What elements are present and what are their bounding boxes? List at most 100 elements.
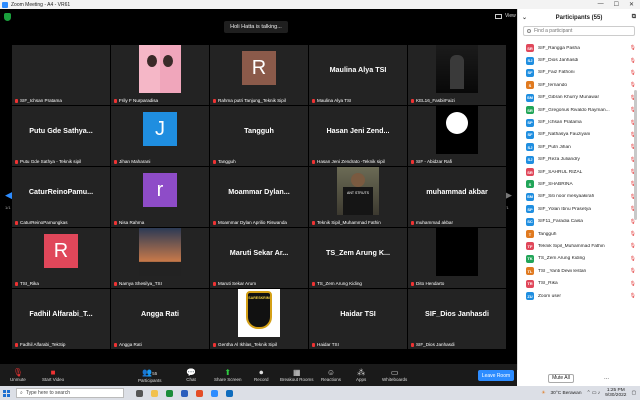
word-icon[interactable] <box>181 389 188 397</box>
view-button[interactable]: View <box>495 13 516 19</box>
participant-row[interactable]: SP SIF_Ichsan Pratama 🎙 <box>518 116 636 128</box>
video-tile[interactable]: J Jihan Maharani <box>111 106 209 166</box>
video-tile[interactable]: ANT STRUTS Teknik Sipil_Muhammad Fathin <box>309 167 407 227</box>
participant-list-scrollbar[interactable] <box>634 90 637 220</box>
participant-row[interactable]: SJ SIF_Putri Jihan 🎙 <box>518 141 636 153</box>
participant-row[interactable]: SR SIF_Gregorius Rivaldo Rayman... 🎙 <box>518 104 636 116</box>
chat-button[interactable]: 💬 Chat <box>186 364 196 386</box>
video-tile[interactable]: Moammar Dylan... Moammar Dylan Aprilio Ri… <box>210 167 308 227</box>
popout-icon[interactable]: ⧉ <box>632 14 636 21</box>
share-screen-button[interactable]: ⬆ Share Screen <box>214 364 242 386</box>
file-explorer-icon[interactable] <box>151 389 158 397</box>
video-tile[interactable]: R TSI_Rika <box>12 228 110 288</box>
participant-row[interactable]: SC SIF11_Faradia Caisa 🎙 <box>518 215 636 227</box>
mic-muted-icon <box>312 98 315 103</box>
mute-all-button[interactable]: Mute All <box>547 373 574 383</box>
video-tile[interactable]: Fadhil Alfarabi_T... Fadhil Alfarabi_TekS… <box>12 289 110 349</box>
windows-start-icon[interactable] <box>3 389 10 397</box>
participant-row[interactable]: SF SIF_Nathasya Fauziyani 🎙 <box>518 129 636 141</box>
video-tile[interactable]: r Nisa Rahma <box>111 167 209 227</box>
video-tile[interactable]: KEL16_FasbirFaizi <box>408 45 506 105</box>
video-tile[interactable]: Haidar TSI Haidar TSI <box>309 289 407 349</box>
security-shield-icon[interactable] <box>4 13 11 21</box>
notification-icon[interactable]: ▢ <box>631 391 636 396</box>
participant-search-input[interactable] <box>534 28 634 34</box>
participant-row[interactable]: SM SIF_Siti noor mesyaakirah 🎙 <box>518 191 636 203</box>
video-tile[interactable]: Frily F Nurparadisa <box>111 45 209 105</box>
tile-caption: Jihan Maharani <box>114 159 207 164</box>
participant-video <box>436 228 478 276</box>
tile-display-name: TS_Zem Arung K... <box>325 248 391 257</box>
video-tile[interactable]: Hasan Jeni Zend... Hasan Jeni Zendrato -T… <box>309 106 407 166</box>
video-tile[interactable]: SARESKRIM Gentha Al Ikhlas_Teknik Sipil <box>210 289 308 349</box>
video-tile[interactable]: SIF_Ichsan Pratama <box>12 45 110 105</box>
tile-caption: Nisa Rahma <box>114 220 207 225</box>
search-icon <box>527 29 531 33</box>
tile-caption: SIF_Dios Janhasdi <box>411 342 504 347</box>
participant-name: TSI_Rika <box>538 281 558 287</box>
video-tile[interactable]: CaturReinoPamu... CaturReinoPamungkas <box>12 167 110 227</box>
participant-row[interactable]: S SIF_fernando 🎙 <box>518 79 636 91</box>
tile-caption: Moammar Dylan Aprilio Riswanda <box>213 220 306 225</box>
participants-button[interactable]: 👥55 Participants <box>138 364 162 386</box>
whiteboards-button[interactable]: ▭ Whiteboards <box>382 364 407 386</box>
participant-row[interactable]: SM SIF_Gibran Khurry Munawar 🎙 <box>518 92 636 104</box>
video-tile[interactable]: SIF - Abidzar Rafi <box>408 106 506 166</box>
breakout-rooms-icon: ▦ <box>292 368 301 377</box>
record-button[interactable]: ⏺ Record <box>254 364 269 386</box>
tray-icons[interactable]: ⌃ ▭ ♪ <box>586 391 600 396</box>
video-tile[interactable]: muhammad akbar muhammad akbar <box>408 167 506 227</box>
unmute-button[interactable]: 🎙 Unmute <box>10 364 26 386</box>
excel-icon[interactable] <box>166 389 173 397</box>
start-video-button[interactable]: ■ Start Video <box>42 364 64 386</box>
participant-row[interactable]: SJ SIF_Reza Juliandry 🎙 <box>518 154 636 166</box>
video-tile[interactable]: Maruti Sekar Ar... Maruti Sekar Arum <box>210 228 308 288</box>
clock-date: 9/30/2022 <box>605 393 627 398</box>
breakout-rooms-button[interactable]: ▦ Breakout Rooms <box>280 364 314 386</box>
video-tile[interactable]: R Rahma putri Tanjung_Teknik Sipil <box>210 45 308 105</box>
more-options-button[interactable]: ... <box>604 375 609 381</box>
apps-button[interactable]: ⁂ Apps <box>356 364 366 386</box>
minimize-icon[interactable]: — <box>598 1 604 8</box>
mic-muted-icon: 🎙 <box>629 231 636 238</box>
chrome-icon[interactable] <box>196 389 203 397</box>
mic-muted-icon <box>213 159 216 164</box>
clock[interactable]: 1:25 PM 9/30/2022 <box>605 388 626 398</box>
record-icon: ⏺ <box>259 368 264 377</box>
zoom-taskbar-icon[interactable] <box>211 389 218 397</box>
participant-row[interactable]: ZU Zoom user 🎙 <box>518 290 636 302</box>
video-tile[interactable]: Putu Gde Sathya... Putu Gde Sathya - Tekn… <box>12 106 110 166</box>
taskbar-search[interactable]: ⌕ Type here to search <box>16 388 124 398</box>
edge-icon[interactable] <box>226 389 233 397</box>
participant-row[interactable]: TK TS_Zem Arung Kiding 🎙 <box>518 253 636 265</box>
video-tile[interactable]: TS_Zem Arung K... TS_Zem Arung Kiding <box>309 228 407 288</box>
badge-text: SARESKRIM <box>246 291 272 329</box>
participant-row[interactable]: SP SIF_Yolan Ibnu Prasetya 🎙 <box>518 203 636 215</box>
video-tile[interactable]: Tangguh Tangguh <box>210 106 308 166</box>
video-tile[interactable]: Maulina Alya TSI Maulina Alya TSI <box>309 45 407 105</box>
collapse-chevron-icon[interactable]: ⌄ <box>522 14 527 21</box>
leave-room-button[interactable]: Leave Room <box>478 370 514 381</box>
participant-row[interactable]: TR TSI_Rika 🎙 <box>518 277 636 289</box>
video-tile[interactable]: Namya Shesilya_TSI <box>111 228 209 288</box>
video-tile[interactable]: SIF_Dios Janhasdi SIF_Dios Janhasdi <box>408 289 506 349</box>
participant-row[interactable]: SR SIF_SAHRUL RIZAL 🎙 <box>518 166 636 178</box>
reactions-button[interactable]: ☺ Reactions <box>321 364 341 386</box>
task-view-icon[interactable] <box>136 389 143 397</box>
participant-row[interactable]: TL TSI _Yanti Dewi lestari 🎙 <box>518 265 636 277</box>
maximize-icon[interactable]: ☐ <box>614 1 619 8</box>
share-screen-label: Share Screen <box>214 377 242 382</box>
participant-avatar: S <box>526 180 534 189</box>
video-tile[interactable]: Angga Rati Angga Rati <box>111 289 209 349</box>
participant-row[interactable]: SF SIF_Faiz Fathoni 🎙 <box>518 67 636 79</box>
video-tile[interactable]: Dito Hendarto <box>408 228 506 288</box>
participant-avatar: SF <box>526 130 534 139</box>
mic-muted-icon: 🎙 <box>12 368 23 377</box>
participant-row[interactable]: TF Teknik Sipil_Muhammad Fathin 🎙 <box>518 240 636 252</box>
participant-row[interactable]: SJ SIF_Dios Janhasdi 🎙 <box>518 54 636 66</box>
participant-row[interactable]: SR SIF_Rangga Pasha 🎙 <box>518 42 636 54</box>
participant-name: SIF_SAHRUL RIZAL <box>538 169 583 175</box>
close-icon[interactable]: ✕ <box>629 1 634 8</box>
participant-row[interactable]: T Tangguh 🎙 <box>518 228 636 240</box>
participant-row[interactable]: S SIF_SHABRINA 🎙 <box>518 178 636 190</box>
